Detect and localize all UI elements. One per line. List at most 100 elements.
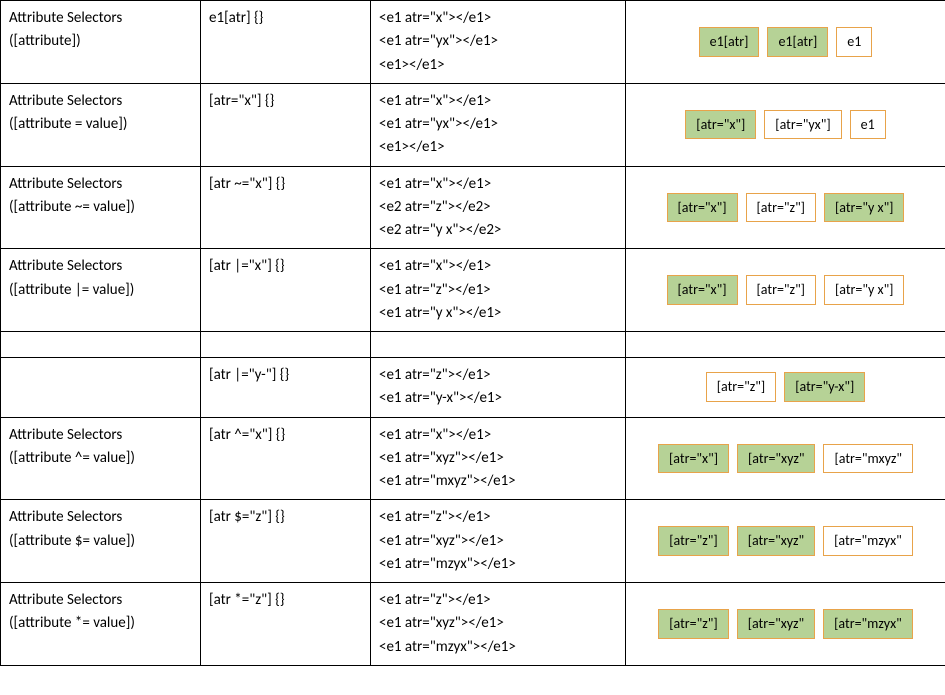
match-box-unmatched: e1: [850, 110, 886, 140]
selector-name-cell: Attribute Selectors([attribute *= value]…: [1, 583, 201, 666]
html-example-line: <e1 atr="y x"></e1>: [379, 302, 617, 325]
html-example-line: <e1 atr="x"></e1>: [379, 255, 617, 278]
selector-syntax: [atr *="z"] {}: [209, 589, 362, 612]
match-box-matched: [atr="z"]: [658, 526, 728, 556]
html-example-line: <e2 atr="y x"></e2>: [379, 219, 617, 242]
selector-reference-table: Attribute Selectors([attribute])e1[atr] …: [0, 0, 945, 666]
html-example-line: <e1></e1>: [379, 136, 617, 159]
match-viz-cell: [atr="z"] [atr="xyz" [atr="mzyx": [626, 583, 945, 666]
match-viz-cell: e1[atr]e1[atr]e1: [626, 1, 945, 84]
html-example-line: <e1 atr="z"></e1>: [379, 279, 617, 302]
selector-name-cell: Attribute Selectors([attribute ~= value]…: [1, 166, 201, 249]
match-box-unmatched: [atr="z"]: [706, 372, 776, 402]
selector-syntax-cell: e1[atr] {}: [201, 1, 371, 84]
selector-syntax: [atr |="y-"] {}: [209, 364, 362, 387]
selector-name-line2: ([attribute]): [9, 30, 192, 53]
match-viz: e1[atr]e1[atr]e1: [632, 27, 939, 57]
html-example-cell: <e1 atr="x"></e1><e1 atr="xyz"></e1><e1 …: [371, 417, 626, 500]
selector-syntax-cell: [atr *="z"] {}: [201, 583, 371, 666]
html-example-line: <e1 atr="z"></e1>: [379, 506, 617, 529]
match-box-matched: [atr="x"]: [667, 275, 738, 305]
empty-cell: [626, 332, 945, 358]
selector-syntax: [atr $="z"] {}: [209, 506, 362, 529]
html-example-line: <e1 atr="yx"></e1>: [379, 113, 617, 136]
match-box-matched: [atr="y x"]: [824, 193, 905, 223]
table-row: [1, 332, 945, 358]
html-example-line: <e1></e1>: [379, 54, 617, 77]
selector-name-line1: Attribute Selectors: [9, 90, 192, 113]
html-example-cell: <e1 atr="z"></e1><e1 atr="xyz"></e1><e1 …: [371, 583, 626, 666]
match-box-unmatched: [atr="yx"]: [764, 110, 841, 140]
match-box-matched: [atr="x"]: [685, 110, 756, 140]
empty-cell: [371, 332, 626, 358]
match-box-unmatched: [atr="y x"]: [824, 275, 905, 305]
table-row: Attribute Selectors([attribute ~= value]…: [1, 166, 945, 249]
selector-name-line2: ([attribute *= value]): [9, 612, 192, 635]
match-viz: [atr="x"] [atr="z"] [atr="y x"]: [632, 275, 939, 305]
html-example-line: <e1 atr="mzyx"></e1>: [379, 553, 617, 576]
selector-syntax: [atr |="x"] {}: [209, 255, 362, 278]
html-example-line: <e1 atr="yx"></e1>: [379, 30, 617, 53]
match-box-unmatched: [atr="z"]: [746, 193, 816, 223]
match-viz-cell: [atr="z"] [atr="xyz" [atr="mzyx": [626, 500, 945, 583]
html-example-line: <e1 atr="xyz"></e1>: [379, 612, 617, 635]
table-row: Attribute Selectors([attribute $= value]…: [1, 500, 945, 583]
match-viz-cell: [atr="x"][atr="z"][atr="y x"]: [626, 166, 945, 249]
table-row: Attribute Selectors([attribute |= value]…: [1, 249, 945, 332]
match-viz: [atr="x"][atr="xyz"[atr="mxyz": [632, 444, 939, 474]
selector-name-line2: ([attribute ^= value]): [9, 447, 192, 470]
match-box-matched: [atr="mzyx": [823, 609, 913, 639]
selector-syntax-cell: [atr ~="x"] {}: [201, 166, 371, 249]
match-viz-cell: [atr="x"][atr="xyz"[atr="mxyz": [626, 417, 945, 500]
match-viz: [atr="z"] [atr="xyz" [atr="mzyx": [632, 526, 939, 556]
html-example-cell: <e1 atr="x"></e1><e1 atr="z"></e1><e1 at…: [371, 249, 626, 332]
match-box-matched: [atr="z"]: [658, 609, 728, 639]
html-example-cell: <e1 atr="x"></e1><e2 atr="z"></e2><e2 at…: [371, 166, 626, 249]
html-example-cell: <e1 atr="z"></e1><e1 atr="y-x"></e1>: [371, 358, 626, 418]
html-example-line: <e2 atr="z"></e2>: [379, 196, 617, 219]
selector-syntax: e1[atr] {}: [209, 7, 362, 30]
selector-name-line1: Attribute Selectors: [9, 589, 192, 612]
html-example-line: <e1 atr="x"></e1>: [379, 90, 617, 113]
match-box-unmatched: [atr="mxyz": [823, 444, 913, 474]
match-viz-cell: [atr="x"] [atr="z"] [atr="y x"]: [626, 249, 945, 332]
html-example-cell: <e1 atr="x"></e1><e1 atr="yx"></e1><e1><…: [371, 83, 626, 166]
html-example-line: <e1 atr="xyz"></e1>: [379, 530, 617, 553]
match-box-matched: [atr="xyz": [737, 526, 815, 556]
html-example-line: <e1 atr="xyz"></e1>: [379, 447, 617, 470]
html-example-line: <e1 atr="mzyx"></e1>: [379, 636, 617, 659]
selector-name-cell: Attribute Selectors([attribute |= value]…: [1, 249, 201, 332]
match-box-matched: e1[atr]: [699, 27, 760, 57]
html-example-cell: <e1 atr="x"></e1><e1 atr="yx"></e1><e1><…: [371, 1, 626, 84]
match-viz: [atr="x"] [atr="yx"] e1: [632, 110, 939, 140]
selector-syntax-cell: [atr |="y-"] {}: [201, 358, 371, 418]
selector-name-line2: ([attribute $= value]): [9, 530, 192, 553]
selector-name-line1: Attribute Selectors: [9, 173, 192, 196]
table-row: Attribute Selectors([attribute ^= value]…: [1, 417, 945, 500]
selector-name-line1: Attribute Selectors: [9, 255, 192, 278]
selector-name-line1: Attribute Selectors: [9, 424, 192, 447]
match-viz-cell: [atr="z"][atr="y-x"]: [626, 358, 945, 418]
html-example-line: <e1 atr="y-x"></e1>: [379, 387, 617, 410]
selector-syntax-cell: [atr $="z"] {}: [201, 500, 371, 583]
selector-name-line2: ([attribute |= value]): [9, 279, 192, 302]
selector-name-line1: Attribute Selectors: [9, 506, 192, 529]
match-viz: [atr="x"][atr="z"][atr="y x"]: [632, 193, 939, 223]
match-box-unmatched: [atr="z"]: [746, 275, 816, 305]
table-row: Attribute Selectors([attribute = value])…: [1, 83, 945, 166]
html-example-line: <e1 atr="x"></e1>: [379, 424, 617, 447]
selector-syntax: [atr="x"] {}: [209, 90, 362, 113]
html-example-line: <e1 atr="x"></e1>: [379, 173, 617, 196]
match-box-matched: [atr="xyz": [737, 609, 815, 639]
match-viz-cell: [atr="x"] [atr="yx"] e1: [626, 83, 945, 166]
match-box-unmatched: [atr="mzyx": [823, 526, 913, 556]
match-viz: [atr="z"][atr="y-x"]: [632, 372, 939, 402]
selector-syntax: [atr ~="x"] {}: [209, 173, 362, 196]
empty-cell: [201, 332, 371, 358]
html-example-line: <e1 atr="x"></e1>: [379, 7, 617, 30]
selector-syntax: [atr ^="x"] {}: [209, 424, 362, 447]
selector-name-line1: Attribute Selectors: [9, 7, 192, 30]
html-example-line: <e1 atr="z"></e1>: [379, 589, 617, 612]
selector-name-cell: [1, 358, 201, 418]
match-box-matched: [atr="xyz": [737, 444, 815, 474]
